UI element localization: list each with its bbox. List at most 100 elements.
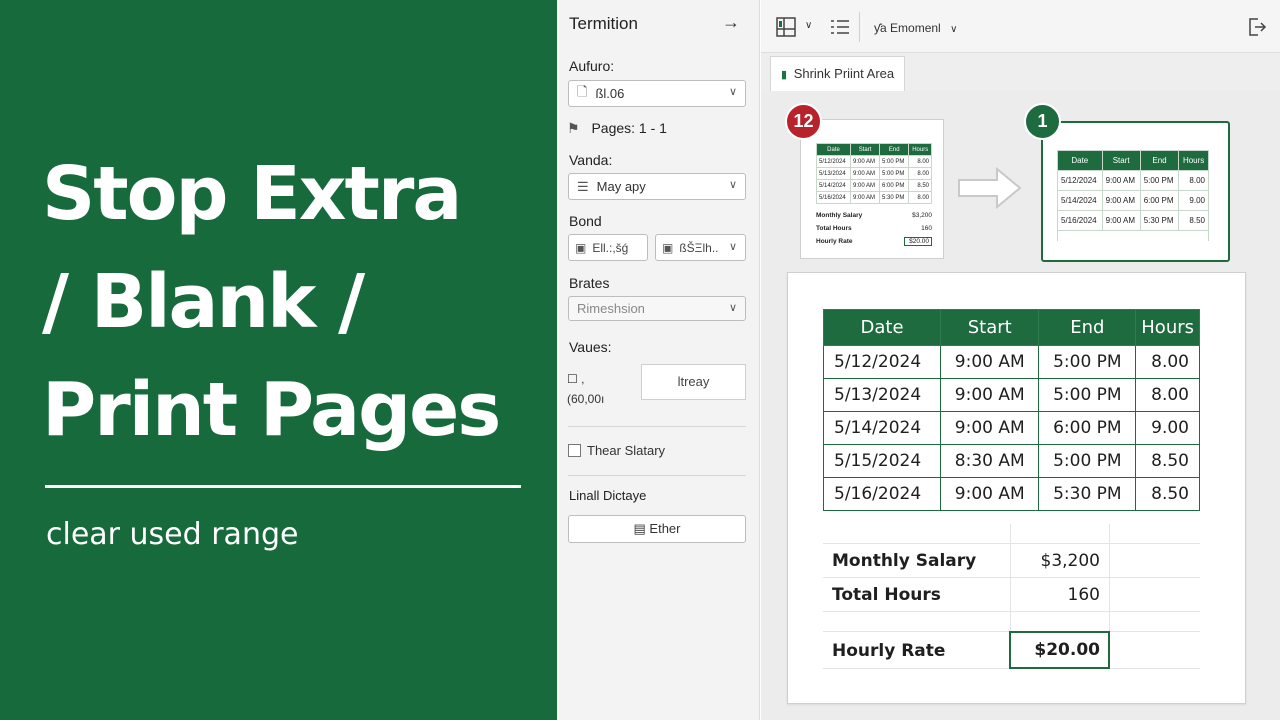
checkbox[interactable] [568, 444, 581, 457]
table-row: 5/14/2024 9:00 AM 6:00 PM 9.00 [1057, 190, 1209, 211]
frame-icon: ▣ [662, 240, 674, 255]
toolbar-dropdown[interactable]: ƴa Emomenl ∨ [874, 21, 957, 35]
bond-option-left[interactable]: ▣ Ell.:,šǵ [568, 234, 648, 261]
vanda-label: Vanda: [569, 152, 613, 168]
table-cell: 5:00 PM [1139, 170, 1180, 191]
table-header: End [1139, 150, 1180, 171]
column-header-hours: Hours [1135, 309, 1200, 346]
table-cell: 5/12/2024 [822, 345, 942, 379]
timesheet-table: Date Start End Hours 5/12/2024 9:00 AM 5… [822, 309, 1200, 511]
values-number: (60,00ı [567, 392, 605, 406]
toolbar: ∨ ƴa Emomenl ∨ [761, 0, 1280, 53]
table-cell: 5:00 PM [1038, 345, 1137, 379]
bond-option-right[interactable]: ▣ ßŠΞlh.. ∨ [655, 234, 746, 261]
toolbar-divider [859, 12, 860, 42]
table-cell: 8.00 [1135, 345, 1200, 379]
table-row: 5/14/2024 9:00 AM 6:00 PM 9.00 [822, 411, 1200, 445]
summary-spacer [823, 612, 1200, 632]
chevron-down-icon[interactable]: ∨ [805, 20, 812, 31]
table-cell: 5:30 PM [879, 191, 910, 204]
summary-row-rate: Hourly Rate $20.00 [823, 631, 1200, 669]
summary-label: Hourly Rate [816, 238, 853, 245]
vanda-value: May apy [596, 179, 646, 194]
linall-label: Linall Dictaye [569, 488, 647, 503]
monthly-salary-value: $3,200 [1040, 551, 1100, 571]
chevron-down-icon: ∨ [728, 179, 737, 191]
table-row: 5/16/2024 9:00 AM 5:30 PM 8.00 [815, 191, 932, 204]
table-cell: 5/16/2024 [815, 191, 852, 204]
table-cell: 8.00 [908, 167, 932, 180]
table-header: Hours [908, 143, 932, 156]
values-glyph: , [581, 372, 585, 386]
hourly-rate-value[interactable]: $20.00 [1009, 631, 1110, 669]
column-header-start: Start [940, 309, 1040, 346]
aufuro-value: ßl.06 [595, 86, 625, 101]
table-cell: 5:00 PM [1038, 378, 1137, 412]
table-cell: 9:00 AM [940, 345, 1040, 379]
table-header: Date [1057, 150, 1103, 171]
table-cell: 9:00 AM [850, 191, 881, 204]
right-arrow-icon [958, 166, 1022, 210]
after-preview-body [1057, 231, 1209, 241]
page-flag-icon: ⚑ [567, 120, 580, 136]
table-cell: 8.50 [908, 179, 932, 192]
collapse-arrow-icon[interactable]: → [722, 12, 740, 33]
values-field[interactable]: ☐ , (60,00ı [557, 364, 639, 414]
layout-icon[interactable] [776, 17, 796, 37]
spreadsheet-icon: ▮ [781, 69, 788, 81]
table-header: Start [850, 143, 881, 156]
table-cell: 6:00 PM [1139, 190, 1180, 211]
chevron-down-icon: ∨ [728, 241, 737, 253]
total-hours-label: Total Hours [832, 585, 941, 605]
banner-title-line: Stop Extra [42, 151, 462, 237]
table-row: 5/12/2024 9:00 AM 5:00 PM 8.00 [1057, 170, 1209, 191]
values-icon: ☐ [567, 372, 578, 386]
monthly-salary-label: Monthly Salary [832, 551, 977, 571]
table-cell: 5:00 PM [879, 167, 910, 180]
column-header-date: Date [822, 309, 942, 346]
table-row: 5/16/2024 9:00 AM 5:30 PM 8.50 [1057, 210, 1209, 231]
table-cell: 8.00 [1178, 170, 1209, 191]
brates-dropdown[interactable]: Rimeshsion ∨ [568, 296, 746, 321]
list-icon[interactable] [830, 18, 850, 36]
aufuro-dropdown[interactable]: 🗋 ßl.06 ∨ [568, 80, 746, 107]
table-cell: 5:00 PM [1038, 444, 1137, 478]
page-count-badge-before: 12 [785, 103, 822, 140]
panel-title: Termition [569, 14, 638, 33]
table-cell: 6:00 PM [1038, 411, 1137, 445]
pages-indicator: ⚑ Pages: 1 - 1 [567, 120, 667, 137]
table-cell: 9:00 AM [1101, 190, 1141, 211]
aufuro-label: Aufuro: [569, 58, 615, 74]
ether-button[interactable]: ▤ Ether [568, 515, 746, 543]
tab-label: Shrink Priint Area [793, 66, 895, 81]
thear-slatary-option[interactable]: Thear Slatary [568, 443, 665, 458]
column-header-end: End [1038, 309, 1137, 346]
after-preview-table: Date Start End Hours 5/12/2024 9:00 AM 5… [1057, 150, 1209, 231]
table-header: Hours [1178, 150, 1209, 171]
summary-row-salary: Monthly Salary $3,200 [823, 544, 1200, 578]
table-cell: 9:00 AM [1101, 170, 1141, 191]
table-cell: 9:00 AM [940, 477, 1040, 511]
banner-title-line: Print Pages [42, 367, 501, 453]
tab-strip: ▮ Shrink Priint Area [761, 53, 1280, 91]
table-cell: 9.00 [1135, 411, 1200, 445]
exit-icon[interactable] [1247, 17, 1267, 37]
salary-summary: Monthly Salary $3,200 Total Hours 160 Ho… [823, 524, 1200, 669]
summary-row: Total Hours 160 [816, 222, 932, 235]
summary-row-hours: Total Hours 160 [823, 578, 1200, 612]
table-cell: 9.00 [1178, 190, 1209, 211]
pages-text: Pages: 1 - 1 [591, 120, 667, 136]
table-cell: 8.50 [1135, 444, 1200, 478]
document-icon: 🗋 [577, 83, 588, 99]
toolbar-dropdown-label: Emomenl [890, 21, 941, 35]
table-cell: 5/12/2024 [815, 155, 852, 168]
values-button[interactable]: ltreay [641, 364, 746, 400]
table-row: 5/12/2024 9:00 AM 5:00 PM 8.00 [822, 345, 1200, 379]
chevron-down-icon: ∨ [950, 24, 958, 35]
table-cell: 5:00 PM [879, 155, 910, 168]
table-cell: 5/16/2024 [1057, 210, 1103, 231]
table-cell: 5/14/2024 [1057, 190, 1103, 211]
tab-shrink-print-area[interactable]: ▮ Shrink Priint Area [770, 56, 906, 91]
vanda-dropdown[interactable]: ☰ May apy ∨ [568, 173, 746, 200]
table-cell: 5/13/2024 [815, 167, 852, 180]
